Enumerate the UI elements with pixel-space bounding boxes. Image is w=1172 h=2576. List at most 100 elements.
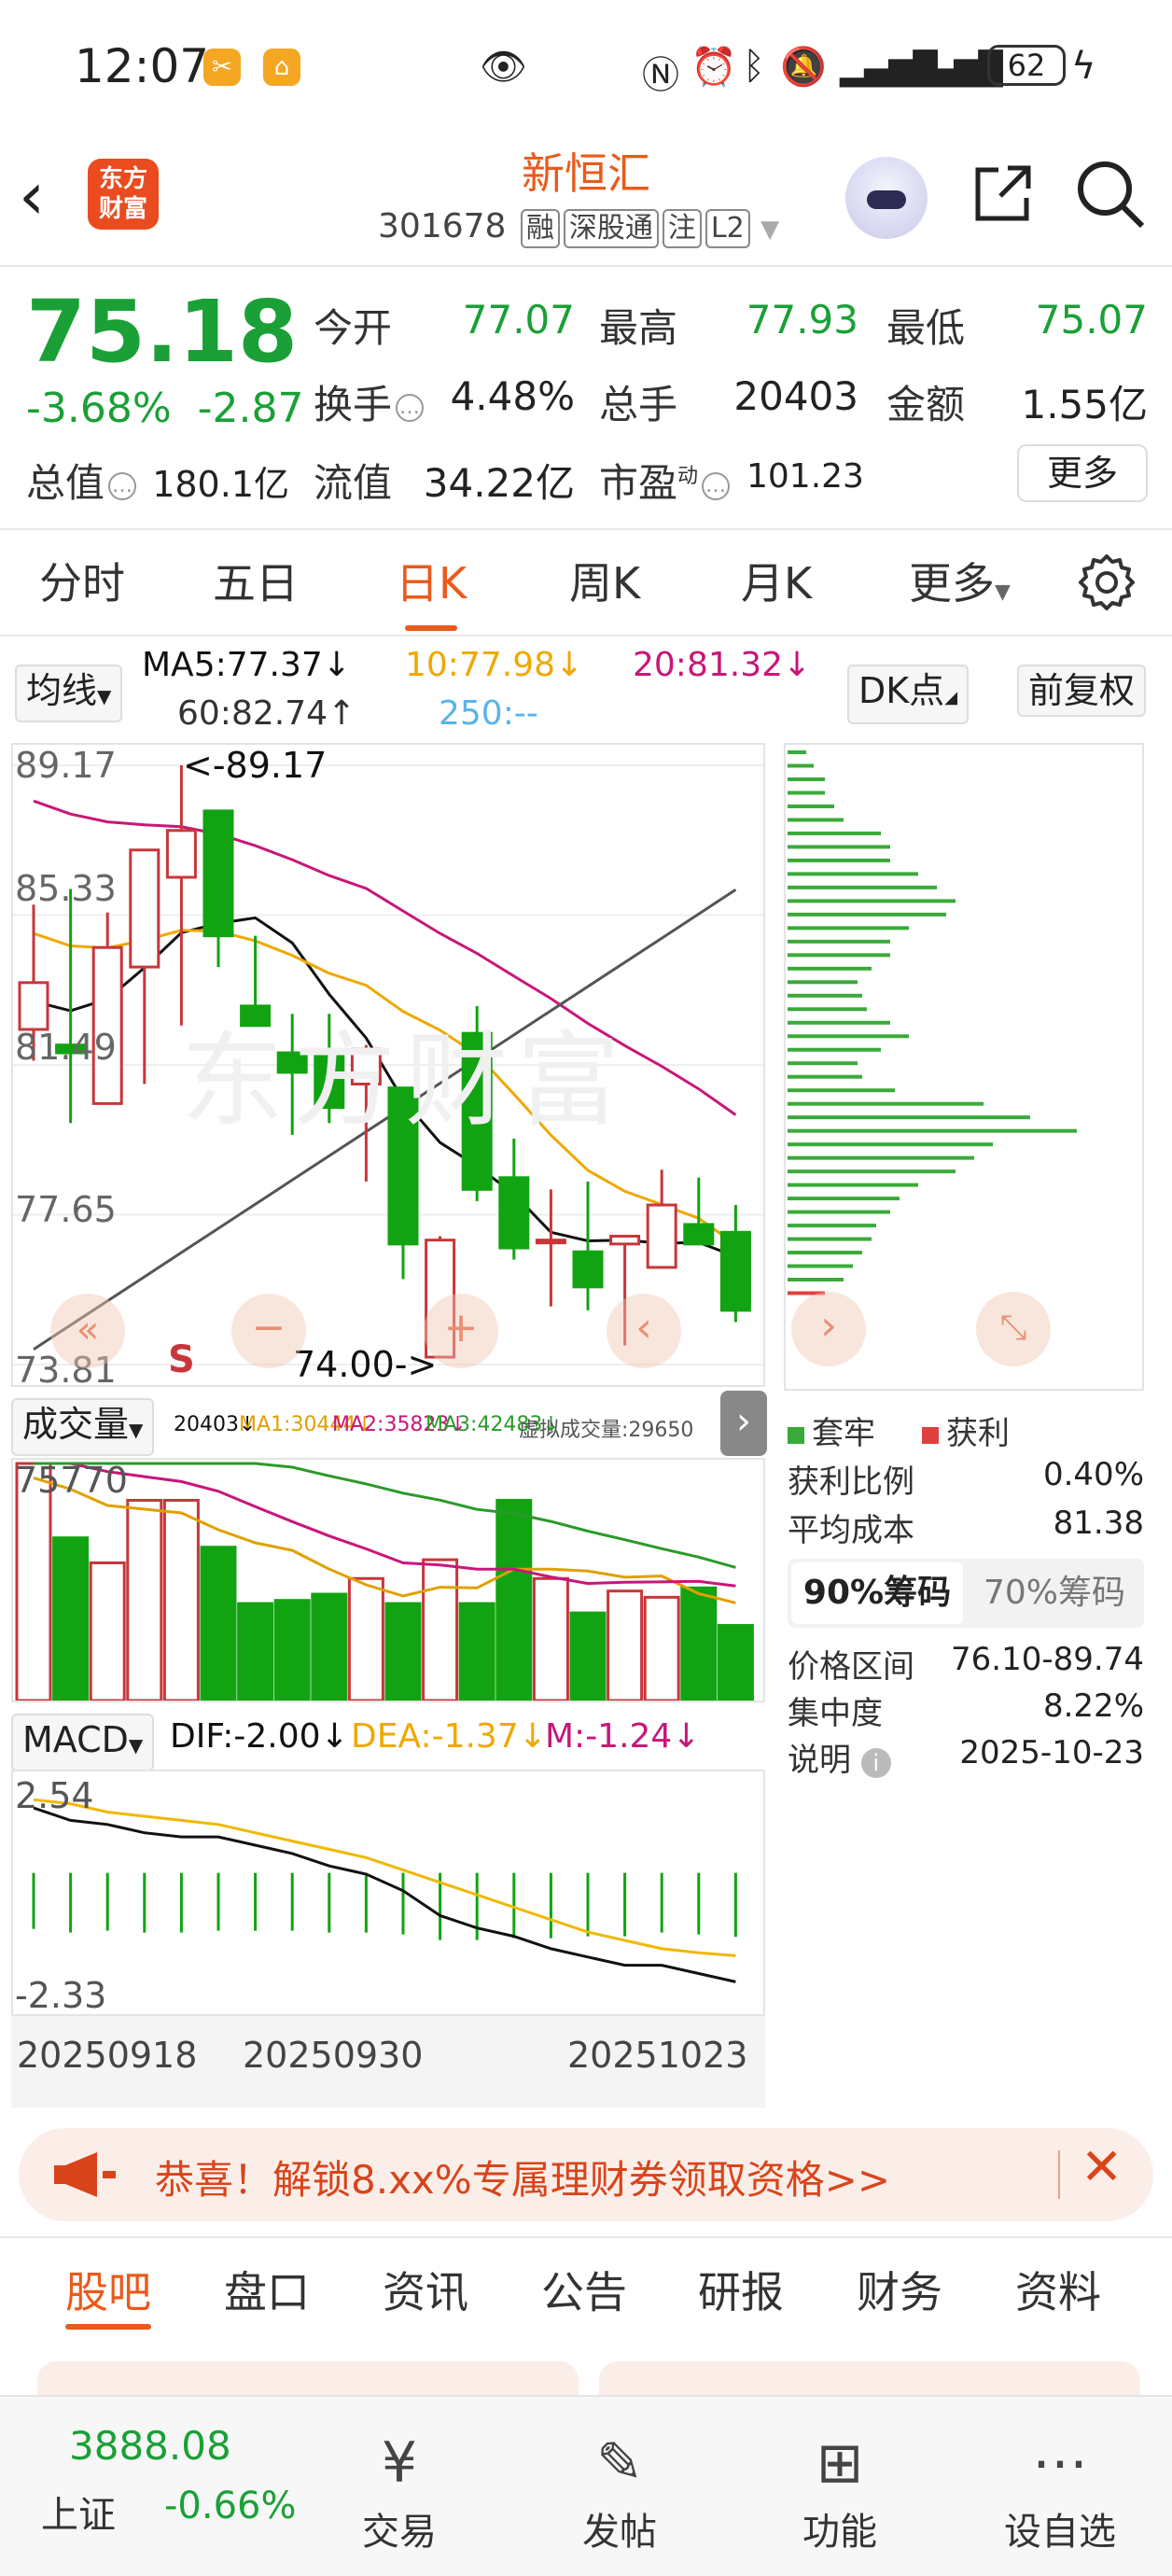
- avatar-visor: [867, 190, 906, 209]
- active-tab-indicator: [65, 2324, 151, 2330]
- sell-marker: S: [168, 1338, 195, 1381]
- macd-select-label: MACD: [22, 1719, 129, 1760]
- search-icon[interactable]: [1073, 157, 1148, 231]
- chip-bar: [788, 1088, 895, 1093]
- scroll-left-icon[interactable]: ‹: [607, 1294, 681, 1368]
- more-button[interactable]: 更多: [1017, 444, 1148, 502]
- ma20-label: 20:81.32↓: [633, 646, 812, 684]
- tab-announcements[interactable]: 公告: [541, 2259, 627, 2320]
- chip-bar: [788, 966, 872, 971]
- profit-ratio-label: 获利比例: [788, 1463, 914, 1501]
- assistant-avatar[interactable]: [845, 157, 928, 239]
- divider: [0, 2236, 1172, 2238]
- chip-bar: [788, 1101, 984, 1106]
- volume-select[interactable]: 成交量▼: [11, 1398, 155, 1456]
- tab-forum[interactable]: 股吧: [65, 2259, 151, 2330]
- scroll-right-icon[interactable]: ›: [791, 1292, 866, 1366]
- nav-watchlist[interactable]: ⋯ 设自选: [985, 2430, 1135, 2555]
- tab-chip-90[interactable]: 90%筹码: [791, 1562, 963, 1624]
- volume-bar: [126, 1498, 163, 1701]
- gear-icon[interactable]: [1077, 553, 1137, 612]
- divider: [0, 265, 1172, 267]
- tab-research[interactable]: 研报: [698, 2259, 784, 2320]
- open-value: 77.07: [462, 297, 575, 343]
- forum-card[interactable]: [37, 2361, 579, 2399]
- tab-daily-k[interactable]: 日K: [396, 541, 467, 631]
- low-marker: 74.00->: [293, 1344, 438, 1385]
- chip-bar: [788, 912, 946, 917]
- volume-bar: [347, 1576, 384, 1701]
- collapse-arrow-icon[interactable]: ›: [720, 1391, 767, 1456]
- close-icon[interactable]: ✕: [1081, 2137, 1123, 2196]
- macd-top-label: 2.54: [15, 1775, 94, 1816]
- ma10-label: 10:77.98↓: [405, 646, 584, 684]
- chip-bar: [788, 818, 844, 822]
- dk-point-button[interactable]: DK点◢: [847, 665, 970, 724]
- promo-banner[interactable]: 恭喜！解锁8.xx%专属理财券领取资格>> ✕: [19, 2128, 1153, 2221]
- chip-bar: [788, 939, 890, 944]
- chevron-down-icon[interactable]: ▼: [760, 216, 779, 244]
- tab-profile[interactable]: 资料: [1015, 2259, 1101, 2320]
- chip-bar: [788, 1183, 918, 1187]
- forum-card[interactable]: [599, 2361, 1140, 2399]
- macd-select[interactable]: MACD▼: [11, 1714, 155, 1771]
- chip-bar: [788, 1047, 881, 1052]
- tab-financials[interactable]: 财务: [857, 2259, 942, 2320]
- nav-trade[interactable]: ¥ 交易: [325, 2430, 474, 2555]
- grid-icon: ⊞: [816, 2430, 864, 2496]
- y-tick: 81.49: [15, 1027, 117, 1068]
- tab-news[interactable]: 资讯: [383, 2259, 468, 2320]
- tab-five-day[interactable]: 五日: [213, 541, 299, 625]
- mute-icon: 🔕: [780, 46, 827, 89]
- volume-bar: [311, 1592, 348, 1701]
- high-marker: <-89.17: [183, 745, 328, 786]
- tab-intraday[interactable]: 分时: [39, 541, 125, 625]
- nav-functions[interactable]: ⊞ 功能: [765, 2430, 914, 2555]
- turnover-rate-value: 4.48%: [450, 373, 575, 419]
- nav-post[interactable]: ✎ 发帖: [545, 2430, 694, 2555]
- ma-select[interactable]: 均线▼: [15, 665, 123, 722]
- float-label: 流值: [314, 460, 393, 506]
- macd-panel[interactable]: 2.54 -2.33: [11, 1770, 765, 2016]
- legend-profit-text: 获利: [946, 1415, 1010, 1452]
- volume-panel[interactable]: 75770: [11, 1458, 765, 1702]
- index-change[interactable]: -0.66%: [164, 2485, 297, 2527]
- zoom-out-icon[interactable]: −: [231, 1294, 306, 1368]
- chip-bar: [788, 1210, 890, 1214]
- candle-body: [129, 848, 160, 969]
- share-icon[interactable]: [970, 161, 1036, 226]
- tab-chip-70[interactable]: 70%筹码: [969, 1562, 1140, 1624]
- chip-bar: [788, 1264, 853, 1268]
- watermark: 东方财富: [181, 1021, 629, 1141]
- info-icon[interactable]: …: [108, 471, 137, 500]
- kline-panel[interactable]: 东方财富 89.17 85.33 81.49 77.65 73.81 <-89.…: [11, 743, 765, 1391]
- legend-swatch-red: [922, 1427, 939, 1444]
- zoom-in-icon[interactable]: +: [424, 1294, 498, 1368]
- dif-line: [33, 1806, 736, 1983]
- info-icon[interactable]: …: [702, 471, 731, 500]
- volume-bar: [89, 1561, 126, 1701]
- tag-note[interactable]: 注: [662, 209, 702, 248]
- volume-bar: [495, 1498, 533, 1701]
- chip-bar: [788, 993, 862, 998]
- scroll-left-fast-icon[interactable]: «: [50, 1294, 125, 1368]
- volume-bar: [162, 1498, 200, 1701]
- expand-icon[interactable]: ⤡: [976, 1292, 1051, 1366]
- chip-distribution-chart: [788, 750, 1077, 1295]
- legend-locked: 套牢: [788, 1407, 875, 1453]
- info-icon[interactable]: …: [396, 393, 425, 422]
- tab-weekly-k[interactable]: 周K: [569, 541, 640, 625]
- volume-bar: [532, 1576, 569, 1701]
- chip-bar: [788, 1020, 890, 1025]
- tab-monthly-k[interactable]: 月K: [741, 541, 812, 625]
- info-icon[interactable]: i: [860, 1748, 891, 1778]
- low-value: 75.07: [1035, 297, 1148, 343]
- index-value[interactable]: 3888.08: [69, 2423, 231, 2469]
- index-name[interactable]: 上证: [41, 2485, 116, 2539]
- tab-more[interactable]: 更多▼: [909, 541, 1011, 635]
- tab-order-book[interactable]: 盘口: [224, 2259, 310, 2320]
- concentration-value: 8.22%: [1042, 1687, 1144, 1725]
- adjust-button[interactable]: 前复权: [1017, 665, 1147, 717]
- chip-bar: [788, 831, 881, 835]
- tag-l2[interactable]: L2: [705, 209, 750, 248]
